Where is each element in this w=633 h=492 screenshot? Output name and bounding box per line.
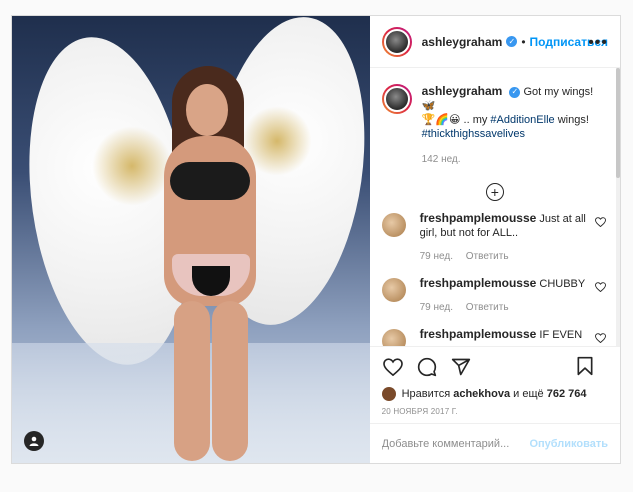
comment-username[interactable]: freshpamplemousse	[420, 327, 537, 341]
liker-avatar[interactable]	[381, 387, 396, 401]
hashtag-link[interactable]: #AdditionElle	[490, 114, 554, 126]
comment-text: CHUBBY	[539, 278, 586, 290]
author-avatar[interactable]	[381, 26, 412, 57]
comment-like-icon[interactable]	[595, 217, 606, 230]
comments-section[interactable]: ashleygraham ✓ Got my wings! 🦋 🏆🌈😀 .. my…	[370, 68, 620, 346]
more-icon[interactable]: •••	[588, 34, 608, 52]
likes-count[interactable]: 762 764	[547, 388, 587, 400]
verified-icon: ✓	[506, 36, 518, 47]
caption-text: 🏆🌈😀 .. my	[421, 114, 488, 126]
author-username[interactable]: ashleygraham	[422, 35, 503, 49]
bookmark-icon[interactable]	[574, 355, 596, 377]
caption-text: wings!	[557, 114, 589, 126]
comment-input[interactable]	[381, 437, 530, 450]
comments-scroll-thumb[interactable]	[616, 68, 620, 178]
likes-middle: и ещё	[513, 388, 544, 400]
caption: ashleygraham ✓ Got my wings! 🦋 🏆🌈😀 .. my…	[381, 84, 608, 167]
reply-button[interactable]: Ответить	[466, 302, 509, 313]
post-date: 20 НОЯБРЯ 2017 Г.	[381, 407, 458, 416]
plus-circle-icon[interactable]: +	[485, 183, 504, 201]
comment-item: freshpamplemousse Just at all girl, but …	[381, 211, 608, 264]
post-photo[interactable]	[12, 16, 370, 463]
caption-avatar[interactable]	[381, 84, 412, 114]
publish-button[interactable]: Опубликовать	[529, 438, 608, 450]
comment-text: IF EVEN	[539, 329, 583, 341]
comment-username[interactable]: freshpamplemousse	[420, 276, 537, 290]
comment-time: 79 нед.	[419, 251, 453, 262]
post-card: ashleygraham ✓ • Подписаться ••• ashleyg…	[11, 15, 621, 464]
verified-icon: ✓	[509, 86, 521, 98]
liker-username[interactable]: achekhova	[453, 388, 510, 400]
reply-button[interactable]: Ответить	[466, 251, 509, 262]
comment-icon[interactable]	[416, 356, 438, 378]
likes-summary[interactable]: Нравится achekhova и ещё 762 764	[381, 387, 608, 401]
load-more-comments: +	[382, 183, 608, 201]
commenter-avatar[interactable]	[381, 329, 406, 346]
comment-time: 79 нед.	[419, 302, 453, 313]
header-separator: •	[521, 34, 526, 49]
likes-prefix: Нравится	[401, 388, 451, 400]
heart-icon[interactable]	[382, 356, 404, 378]
comment-item: freshpamplemousse IF EVEN	[381, 327, 608, 346]
user-tag-icon[interactable]	[24, 431, 44, 451]
comment-like-icon[interactable]	[595, 333, 606, 346]
photo-model	[154, 66, 264, 461]
post-sidebar: ashleygraham ✓ • Подписаться ••• ashleyg…	[369, 16, 620, 463]
add-comment-bar: Опубликовать	[369, 423, 620, 463]
comment-item: freshpamplemousse CHUBBY 79 нед. Ответит…	[381, 276, 608, 315]
commenter-avatar[interactable]	[381, 278, 406, 302]
commenter-avatar[interactable]	[381, 213, 406, 237]
comment-username[interactable]: freshpamplemousse	[420, 211, 537, 225]
caption-username[interactable]: ashleygraham	[422, 84, 503, 98]
share-icon[interactable]	[450, 356, 472, 378]
post-header: ashleygraham ✓ • Подписаться •••	[369, 16, 620, 68]
comment-like-icon[interactable]	[595, 282, 606, 295]
caption-time: 142 нед.	[421, 154, 461, 165]
hashtag-link[interactable]: #thickthighssavelives	[422, 128, 525, 140]
